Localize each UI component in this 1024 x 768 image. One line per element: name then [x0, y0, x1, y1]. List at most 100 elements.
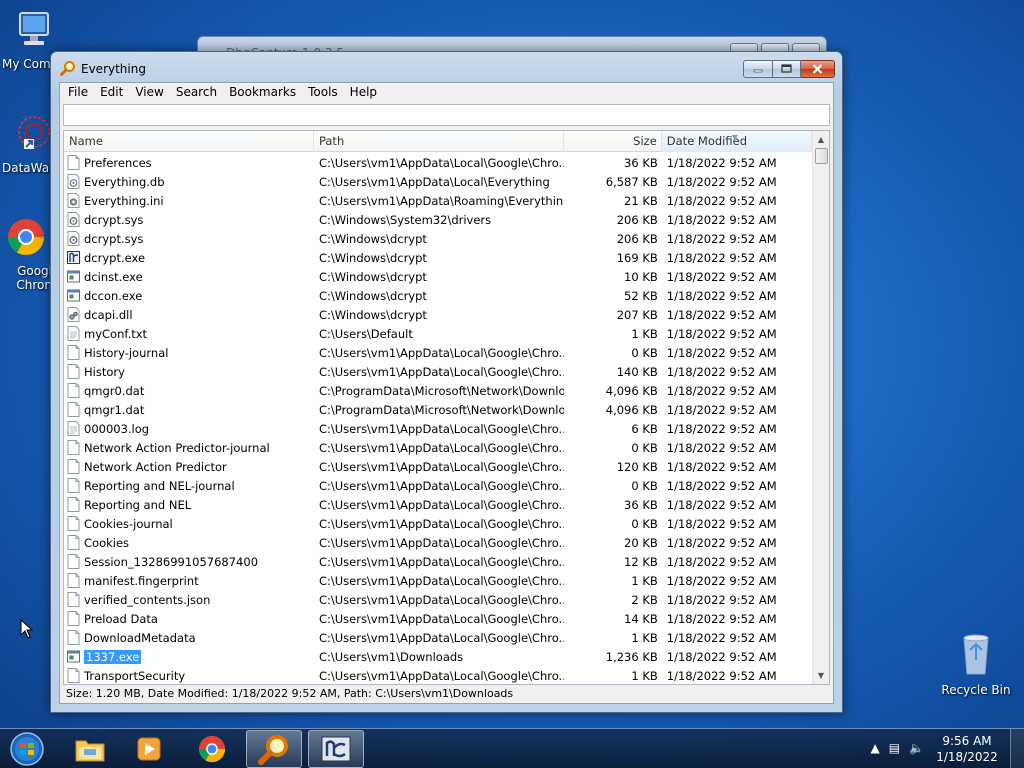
- table-row[interactable]: qmgr0.dat C:\ProgramData\Microsoft\Networ…: [64, 381, 812, 400]
- vertical-scrollbar[interactable]: ▲ ▼: [812, 131, 829, 684]
- menu-edit[interactable]: Edit: [94, 83, 129, 102]
- file-path: C:\Users\vm1\AppData\Local\Google\Chro..…: [318, 554, 564, 569]
- cell-size: 52 KB: [564, 289, 662, 303]
- file-icon: [67, 402, 84, 417]
- column-header-name[interactable]: Name: [64, 131, 314, 152]
- table-row[interactable]: Everything.db C:\Users\vm1\AppData\Local\…: [64, 172, 812, 191]
- start-button[interactable]: [5, 730, 49, 768]
- column-header-size[interactable]: Size: [564, 131, 662, 152]
- cell-name: History-journal: [64, 345, 314, 360]
- cell-name: 1337.exe: [64, 649, 314, 664]
- table-row[interactable]: myConf.txt C:\Users\Default 1 KB 1/18/2022 …: [64, 324, 812, 343]
- desktop-icon-label: Googl Chron: [16, 264, 52, 292]
- table-row[interactable]: dccon.exe C:\Windows\dcrypt 52 KB 1/18/2022…: [64, 286, 812, 305]
- executable-file-icon: [67, 649, 84, 664]
- table-row[interactable]: dcrypt.exe C:\Windows\dcrypt 169 KB 1/18/20…: [64, 248, 812, 267]
- table-row[interactable]: manifest.fingerprint C:\Users\vm1\AppData…: [64, 571, 812, 590]
- menu-search[interactable]: Search: [170, 83, 223, 102]
- minimize-button[interactable]: [743, 60, 773, 78]
- volume-icon[interactable]: 🔈: [909, 741, 924, 755]
- search-input[interactable]: [63, 104, 830, 126]
- table-row[interactable]: Cookies-journal C:\Users\vm1\AppData\Loca…: [64, 514, 812, 533]
- menu-view[interactable]: View: [129, 83, 169, 102]
- table-row[interactable]: Network Action Predictor-journal C:\Users…: [64, 438, 812, 457]
- file-size: 1,236 KB: [605, 649, 658, 664]
- file-size: 20 KB: [624, 535, 658, 550]
- cell-name: Everything.db: [64, 174, 314, 189]
- table-row[interactable]: Session_13286991057687400 C:\Users\vm1\Ap…: [64, 552, 812, 571]
- table-row-selected[interactable]: 1337.exe C:\Users\vm1\Downloads 1,236 KB 1/…: [64, 647, 812, 666]
- file-size: 206 KB: [616, 212, 658, 227]
- close-button[interactable]: [801, 60, 835, 78]
- cell-path: C:\Windows\dcrypt: [314, 232, 564, 246]
- menu-file[interactable]: File: [62, 83, 94, 102]
- table-row[interactable]: dcrypt.sys C:\Windows\System32\drivers 206…: [64, 210, 812, 229]
- file-date: 1/18/2022 9:52 AM: [666, 440, 777, 455]
- scroll-thumb[interactable]: [815, 148, 828, 164]
- file-path: C:\Users\vm1\AppData\Local\Google\Chro..…: [318, 535, 564, 550]
- table-row[interactable]: Network Action Predictor C:\Users\vm1\App…: [64, 457, 812, 476]
- table-row[interactable]: dcinst.exe C:\Windows\dcrypt 10 KB 1/18/202…: [64, 267, 812, 286]
- cell-date: 1/18/2022 9:52 AM: [662, 270, 812, 284]
- file-path: C:\Users\vm1\AppData\Local\Google\Chro..…: [318, 668, 564, 683]
- table-row[interactable]: History C:\Users\vm1\AppData\Local\Google…: [64, 362, 812, 381]
- table-row[interactable]: DownloadMetadata C:\Users\vm1\AppData\Loc…: [64, 628, 812, 647]
- maximize-button[interactable]: [773, 60, 801, 78]
- show-desktop-button[interactable]: [1010, 729, 1024, 768]
- scroll-down-arrow-icon[interactable]: ▼: [813, 667, 829, 684]
- file-path: C:\Users\vm1\AppData\Local\Google\Chro..…: [318, 155, 564, 170]
- file-icon: [67, 668, 84, 683]
- menu-bookmarks[interactable]: Bookmarks: [223, 83, 302, 102]
- table-row[interactable]: Reporting and NEL C:\Users\vm1\AppData\Lo…: [64, 495, 812, 514]
- taskbar-everything[interactable]: [246, 730, 302, 768]
- results-list[interactable]: Name Path Size ▼ Date Modified Preferenc…: [63, 130, 830, 685]
- table-row[interactable]: qmgr1.dat C:\ProgramData\Microsoft\Networ…: [64, 400, 812, 419]
- clock[interactable]: 9:56 AM 1/18/2022: [932, 733, 1002, 765]
- chrome-icon: [0, 215, 56, 262]
- taskbar-chrome[interactable]: [184, 730, 240, 768]
- cell-date: 1/18/2022 9:52 AM: [662, 422, 812, 436]
- column-header-date-modified[interactable]: ▼ Date Modified: [661, 131, 812, 152]
- desktop-icon-recycle-bin[interactable]: Recycle Bin: [936, 630, 1016, 697]
- table-row[interactable]: 000003.log C:\Users\vm1\AppData\Local\Goo…: [64, 419, 812, 438]
- show-hidden-icons-icon[interactable]: ▲: [870, 741, 879, 755]
- table-row[interactable]: Everything.ini C:\Users\vm1\AppData\Roami…: [64, 191, 812, 210]
- scroll-up-arrow-icon[interactable]: ▲: [813, 131, 829, 148]
- file-icon: [67, 440, 84, 455]
- table-row[interactable]: Preferences C:\Users\vm1\AppData\Local\Go…: [64, 153, 812, 172]
- taskbar-dcrypt[interactable]: [308, 730, 364, 768]
- table-row[interactable]: Reporting and NEL-journal C:\Users\vm1\Ap…: [64, 476, 812, 495]
- cell-path: C:\ProgramData\Microsoft\Network\Downlo.…: [314, 403, 564, 417]
- cell-size: 207 KB: [564, 308, 662, 322]
- file-size: 4,096 KB: [605, 402, 658, 417]
- menu-tools[interactable]: Tools: [302, 83, 344, 102]
- cell-name: dccon.exe: [64, 288, 314, 303]
- table-row[interactable]: verified_contents.json C:\Users\vm1\AppDa…: [64, 590, 812, 609]
- table-row[interactable]: Preload Data C:\Users\vm1\AppData\Local\G…: [64, 609, 812, 628]
- everything-window[interactable]: Everything File Edit View Search Bookmar…: [50, 51, 843, 713]
- table-row[interactable]: TransportSecurity C:\Users\vm1\AppData\Lo…: [64, 666, 812, 684]
- file-path: C:\Users\vm1\AppData\Local\Google\Chro..…: [318, 497, 564, 512]
- file-size: 36 KB: [624, 497, 658, 512]
- file-size: 12 KB: [624, 554, 658, 569]
- table-row[interactable]: dcrypt.sys C:\Windows\dcrypt 206 KB 1/18/20…: [64, 229, 812, 248]
- file-name: Preferences: [84, 155, 152, 170]
- cell-size: 12 KB: [564, 555, 662, 569]
- cell-size: 4,096 KB: [564, 384, 662, 398]
- title-bar[interactable]: Everything: [51, 52, 842, 82]
- table-row[interactable]: Cookies C:\Users\vm1\AppData\Local\Google…: [64, 533, 812, 552]
- menu-help[interactable]: Help: [344, 83, 383, 102]
- cell-path: C:\Users\vm1\AppData\Local\Google\Chro..…: [314, 346, 564, 360]
- cell-name: dcrypt.sys: [64, 231, 314, 246]
- cell-name: qmgr1.dat: [64, 402, 314, 417]
- taskbar-media-player[interactable]: [121, 730, 177, 768]
- taskbar-explorer[interactable]: [62, 730, 118, 768]
- network-icon[interactable]: ▤: [889, 741, 900, 755]
- cell-size: 1 KB: [564, 327, 662, 341]
- desktop-icon-chrome[interactable]: Googl Chron: [0, 215, 56, 292]
- table-row[interactable]: dcapi.dll C:\Windows\dcrypt 207 KB 1/18/202…: [64, 305, 812, 324]
- table-row[interactable]: History-journal C:\Users\vm1\AppData\Loca…: [64, 343, 812, 362]
- column-header-path[interactable]: Path: [314, 131, 564, 152]
- file-date: 1/18/2022 9:52 AM: [666, 649, 777, 664]
- cell-name: DownloadMetadata: [64, 630, 314, 645]
